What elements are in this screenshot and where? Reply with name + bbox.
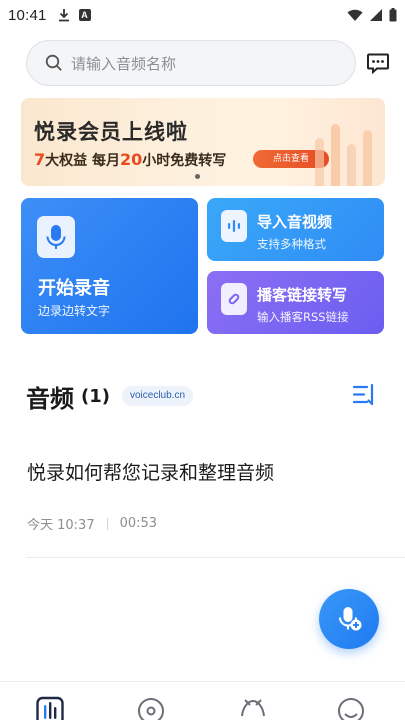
podcast-link-title: 播客链接转写 — [257, 286, 348, 304]
bottom-tab-bar — [0, 681, 405, 720]
podcast-tile — [221, 283, 247, 315]
banner-hours-text: 小时免费转写 — [142, 153, 227, 169]
divider — [26, 557, 405, 558]
status-bar: 10:41 A — [0, 0, 405, 30]
tab-audio[interactable] — [35, 696, 65, 720]
wifi-icon — [347, 9, 363, 21]
banner-page-indicator — [195, 174, 200, 179]
podcast-link-card[interactable]: 播客链接转写 输入播客RSS链接 — [207, 271, 384, 334]
audio-item-meta: 今天 10:37 00:53 — [27, 514, 157, 533]
meta-separator — [106, 517, 108, 530]
battery-icon — [389, 8, 397, 22]
disc-icon — [138, 698, 164, 720]
import-media-title: 导入音视频 — [257, 213, 333, 231]
audio-bars-icon — [228, 220, 240, 232]
banner-decoration-icon — [315, 124, 372, 186]
audio-wave-icon — [36, 696, 64, 720]
search-placeholder: 请输入音频名称 — [71, 54, 177, 73]
membership-banner[interactable]: 悦录会员上线啦 7大权益 每月20小时免费转写 点击查看 — [21, 98, 385, 186]
banner-subtitle: 7大权益 每月20小时免费转写 — [34, 150, 226, 170]
message-icon[interactable] — [366, 51, 390, 75]
banner-benefit-text: 大权益 每月 — [45, 153, 121, 169]
keyboard-a-icon: A — [78, 9, 91, 21]
link-icon — [228, 293, 240, 305]
search-icon — [45, 54, 62, 71]
import-tile — [221, 210, 247, 242]
tab-profile[interactable] — [336, 696, 366, 720]
podcast-icon — [241, 699, 265, 717]
import-media-card[interactable]: 导入音视频 支持多种格式 — [207, 198, 384, 261]
start-recording-card[interactable]: 开始录音 边录边转文字 — [21, 198, 198, 334]
banner-hours: 20 — [120, 150, 143, 169]
profile-icon — [338, 698, 364, 720]
domain-tag: voiceclub.cn — [121, 386, 194, 406]
start-recording-title: 开始录音 — [38, 278, 110, 299]
microphone-tile — [37, 216, 75, 258]
status-time: 10:41 — [8, 6, 47, 24]
audio-section-header: 音频 (1) voiceclub.cn — [26, 378, 378, 414]
tab-podcast[interactable] — [238, 696, 268, 720]
search-row: 请输入音频名称 — [26, 40, 390, 86]
audio-item-title: 悦录如何帮您记录和整理音频 — [27, 462, 275, 484]
microphone-plus-icon — [339, 607, 362, 631]
sort-icon[interactable] — [352, 382, 378, 408]
tab-discover[interactable] — [136, 696, 166, 720]
signal-icon — [370, 9, 382, 21]
banner-benefit-count: 7 — [34, 150, 46, 169]
microphone-icon — [46, 225, 66, 249]
podcast-link-subtitle: 输入播客RSS链接 — [257, 310, 349, 324]
audio-item-duration: 00:53 — [119, 516, 158, 531]
audio-section-count: (1) — [81, 385, 110, 407]
list-item[interactable]: 悦录如何帮您记录和整理音频 今天 10:37 00:53 — [0, 440, 405, 558]
search-input[interactable]: 请输入音频名称 — [26, 40, 356, 86]
banner-title: 悦录会员上线啦 — [34, 120, 188, 144]
audio-section-title: 音频 — [26, 384, 74, 413]
record-fab-button[interactable] — [319, 589, 379, 649]
download-icon — [58, 9, 69, 22]
import-media-subtitle: 支持多种格式 — [257, 237, 326, 251]
start-recording-subtitle: 边录边转文字 — [38, 304, 111, 318]
audio-item-date: 今天 10:37 — [27, 518, 95, 533]
